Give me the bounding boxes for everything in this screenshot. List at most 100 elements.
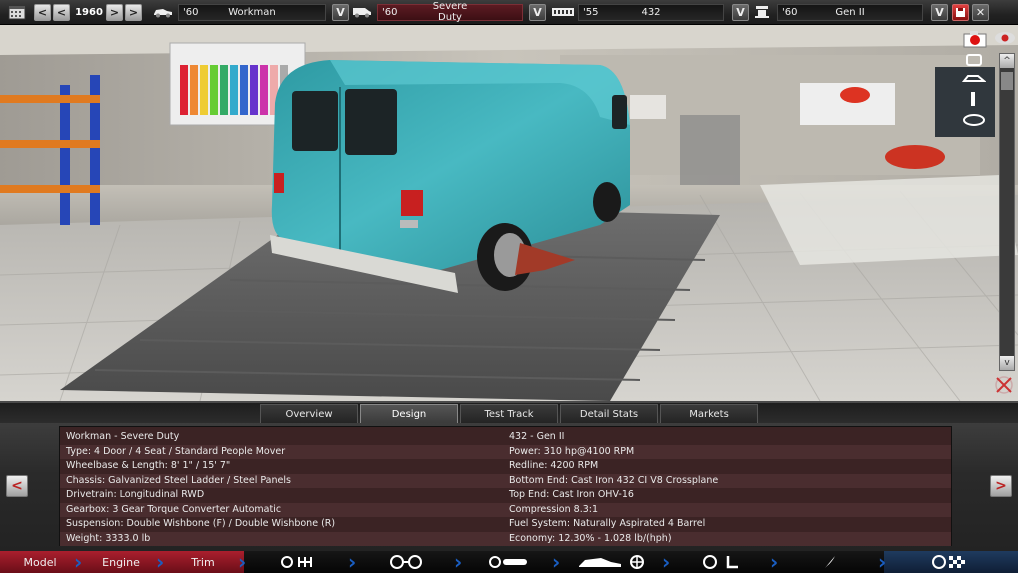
tab-detail-stats[interactable]: Detail Stats <box>560 404 658 424</box>
nav-trim-label: Trim <box>191 555 215 569</box>
scroll-up-button[interactable]: ^ <box>1000 54 1014 68</box>
feather-icon <box>822 554 838 570</box>
spec-right: Redline: 4200 RPM <box>509 460 599 471</box>
model-name: Workman <box>228 6 276 18</box>
view-lift-icon[interactable] <box>966 91 980 107</box>
app-window: < < 1960 > > '60 Workman V '60 Severe Du… <box>0 0 1018 573</box>
spec-row: Suspension: Double Wishbone (F) / Double… <box>60 517 951 532</box>
steering-seat-icon <box>702 554 742 570</box>
chevron-right-icon: › <box>156 550 165 573</box>
info-panel: < Workman - Severe Duty 432 - Gen II Typ… <box>0 423 1018 551</box>
chevron-right-icon: › <box>878 550 887 573</box>
eye-icon[interactable] <box>994 31 1016 45</box>
tab-test-track[interactable]: Test Track <box>460 404 558 424</box>
nav-chassis[interactable]: › <box>460 551 560 573</box>
nav-body[interactable]: › <box>558 551 670 573</box>
model-selector[interactable]: '60 Workman <box>178 3 326 21</box>
scroll-thumb[interactable] <box>1001 72 1013 90</box>
spec-row: Weight: 3333.0 lb Economy: 12.30% - 1.02… <box>60 531 951 546</box>
engine-variant-dropdown-button[interactable]: V <box>931 3 948 21</box>
spec-right: Economy: 12.30% - 1.028 lb/(hph) <box>509 532 672 544</box>
engine-variant-icon <box>751 3 773 21</box>
nav-test-results[interactable] <box>884 551 1018 573</box>
nav-interior[interactable]: › <box>668 551 778 573</box>
finish-flag-icon <box>931 554 971 570</box>
engine-name: 432 <box>641 6 661 18</box>
trim-selector[interactable]: '60 Severe Duty <box>377 1 523 23</box>
spec-left: Type: 4 Door / 4 Seat / Standard People … <box>66 445 286 457</box>
zoom-scrollbar[interactable]: ^ v <box>999 53 1015 371</box>
info-next-button[interactable]: > <box>990 475 1012 497</box>
car-body-fan-icon <box>577 554 649 570</box>
nav-engine[interactable]: Engine › <box>80 551 164 573</box>
year-next-button[interactable]: > <box>106 3 123 21</box>
nav-fixtures[interactable]: › <box>776 551 886 573</box>
wheel-chassis-icon <box>489 555 529 569</box>
model-year: '60 <box>183 6 199 18</box>
chevron-right-icon: › <box>74 550 83 573</box>
nav-suspension[interactable]: › <box>354 551 462 573</box>
spec-row: Chassis: Galvanized Steel Ladder / Steel… <box>60 473 951 488</box>
engine-variant-selector[interactable]: '60 Gen II <box>777 3 923 21</box>
year-prev-decade-button[interactable]: < <box>53 3 70 21</box>
camera-icon[interactable] <box>962 29 990 49</box>
spec-left: Suspension: Double Wishbone (F) / Double… <box>66 518 336 529</box>
spec-right: Bottom End: Cast Iron 432 CI V8 Crosspla… <box>509 474 719 486</box>
tab-markets[interactable]: Markets <box>660 404 758 424</box>
engine-variant-name: Gen II <box>835 6 865 18</box>
info-tab-strip: Overview Design Test Track Detail Stats … <box>0 401 1018 424</box>
chevron-right-icon: › <box>662 550 671 573</box>
spec-row: Type: 4 Door / 4 Seat / Standard People … <box>60 444 951 459</box>
year-prev-button[interactable]: < <box>34 3 51 21</box>
bottom-nav: Model › Engine › Trim › › › › › › › <box>0 551 1018 573</box>
car-model-icon <box>152 3 174 21</box>
no-photo-icon[interactable] <box>994 375 1014 395</box>
chevron-right-icon: › <box>348 550 357 573</box>
trim-dropdown-button[interactable]: V <box>529 3 546 21</box>
year-next-decade-button[interactable]: > <box>125 3 142 21</box>
garage-3d-view[interactable]: ^ v <box>0 25 1018 401</box>
spec-row: Drivetrain: Longitudinal RWD Top End: Ca… <box>60 488 951 503</box>
close-button[interactable]: ✕ <box>972 3 989 21</box>
gearbox-icon <box>281 555 317 569</box>
nav-model-label: Model <box>23 555 57 569</box>
tab-design[interactable]: Design <box>360 404 458 424</box>
chevron-right-icon: › <box>552 550 561 573</box>
spec-left: Workman - Severe Duty <box>66 431 180 442</box>
view-side-icon[interactable] <box>962 73 986 85</box>
nav-engine-label: Engine <box>102 555 140 569</box>
spec-left: Weight: 3333.0 lb <box>66 532 151 544</box>
spec-left: Drivetrain: Longitudinal RWD <box>66 489 205 500</box>
engine-block-icon <box>550 3 576 21</box>
chevron-right-icon: › <box>770 550 779 573</box>
trim-year: '60 <box>382 6 398 18</box>
info-prev-button[interactable]: < <box>6 475 28 497</box>
engine-selector[interactable]: '55 432 <box>578 3 724 21</box>
spec-left: Wheelbase & Length: 8' 1" / 15' 7" <box>66 460 231 471</box>
top-toolbar: < < 1960 > > '60 Workman V '60 Severe Du… <box>0 0 1018 25</box>
engine-dropdown-button[interactable]: V <box>732 3 749 21</box>
save-icon[interactable] <box>952 3 969 21</box>
nav-model[interactable]: Model › <box>0 551 82 573</box>
spec-right: Top End: Cast Iron OHV-16 <box>509 489 634 500</box>
garage-render <box>0 25 1018 401</box>
view-front-icon[interactable] <box>964 53 984 67</box>
spec-right: Power: 310 hp@4100 RPM <box>509 445 635 457</box>
model-dropdown-button[interactable]: V <box>332 3 349 21</box>
view-top-icon[interactable] <box>962 113 986 127</box>
nav-gearbox[interactable]: › <box>244 551 356 573</box>
spec-right: 432 - Gen II <box>509 431 565 442</box>
engine-variant-year: '60 <box>782 6 798 18</box>
scroll-down-button[interactable]: v <box>1000 356 1014 370</box>
spec-row: Workman - Severe Duty 432 - Gen II <box>60 430 951 445</box>
calendar-icon[interactable] <box>6 3 28 21</box>
suspension-icon <box>389 554 425 570</box>
spec-row: Wheelbase & Length: 8' 1" / 15' 7" Redli… <box>60 459 951 474</box>
chevron-right-icon: › <box>454 550 463 573</box>
nav-trim[interactable]: Trim › <box>162 551 246 573</box>
tab-overview[interactable]: Overview <box>260 404 358 424</box>
spec-right: Compression 8.3:1 <box>509 503 599 515</box>
spec-left: Chassis: Galvanized Steel Ladder / Steel… <box>66 474 291 486</box>
spec-left: Gearbox: 3 Gear Torque Converter Automat… <box>66 503 282 515</box>
engine-year: '55 <box>583 6 599 18</box>
